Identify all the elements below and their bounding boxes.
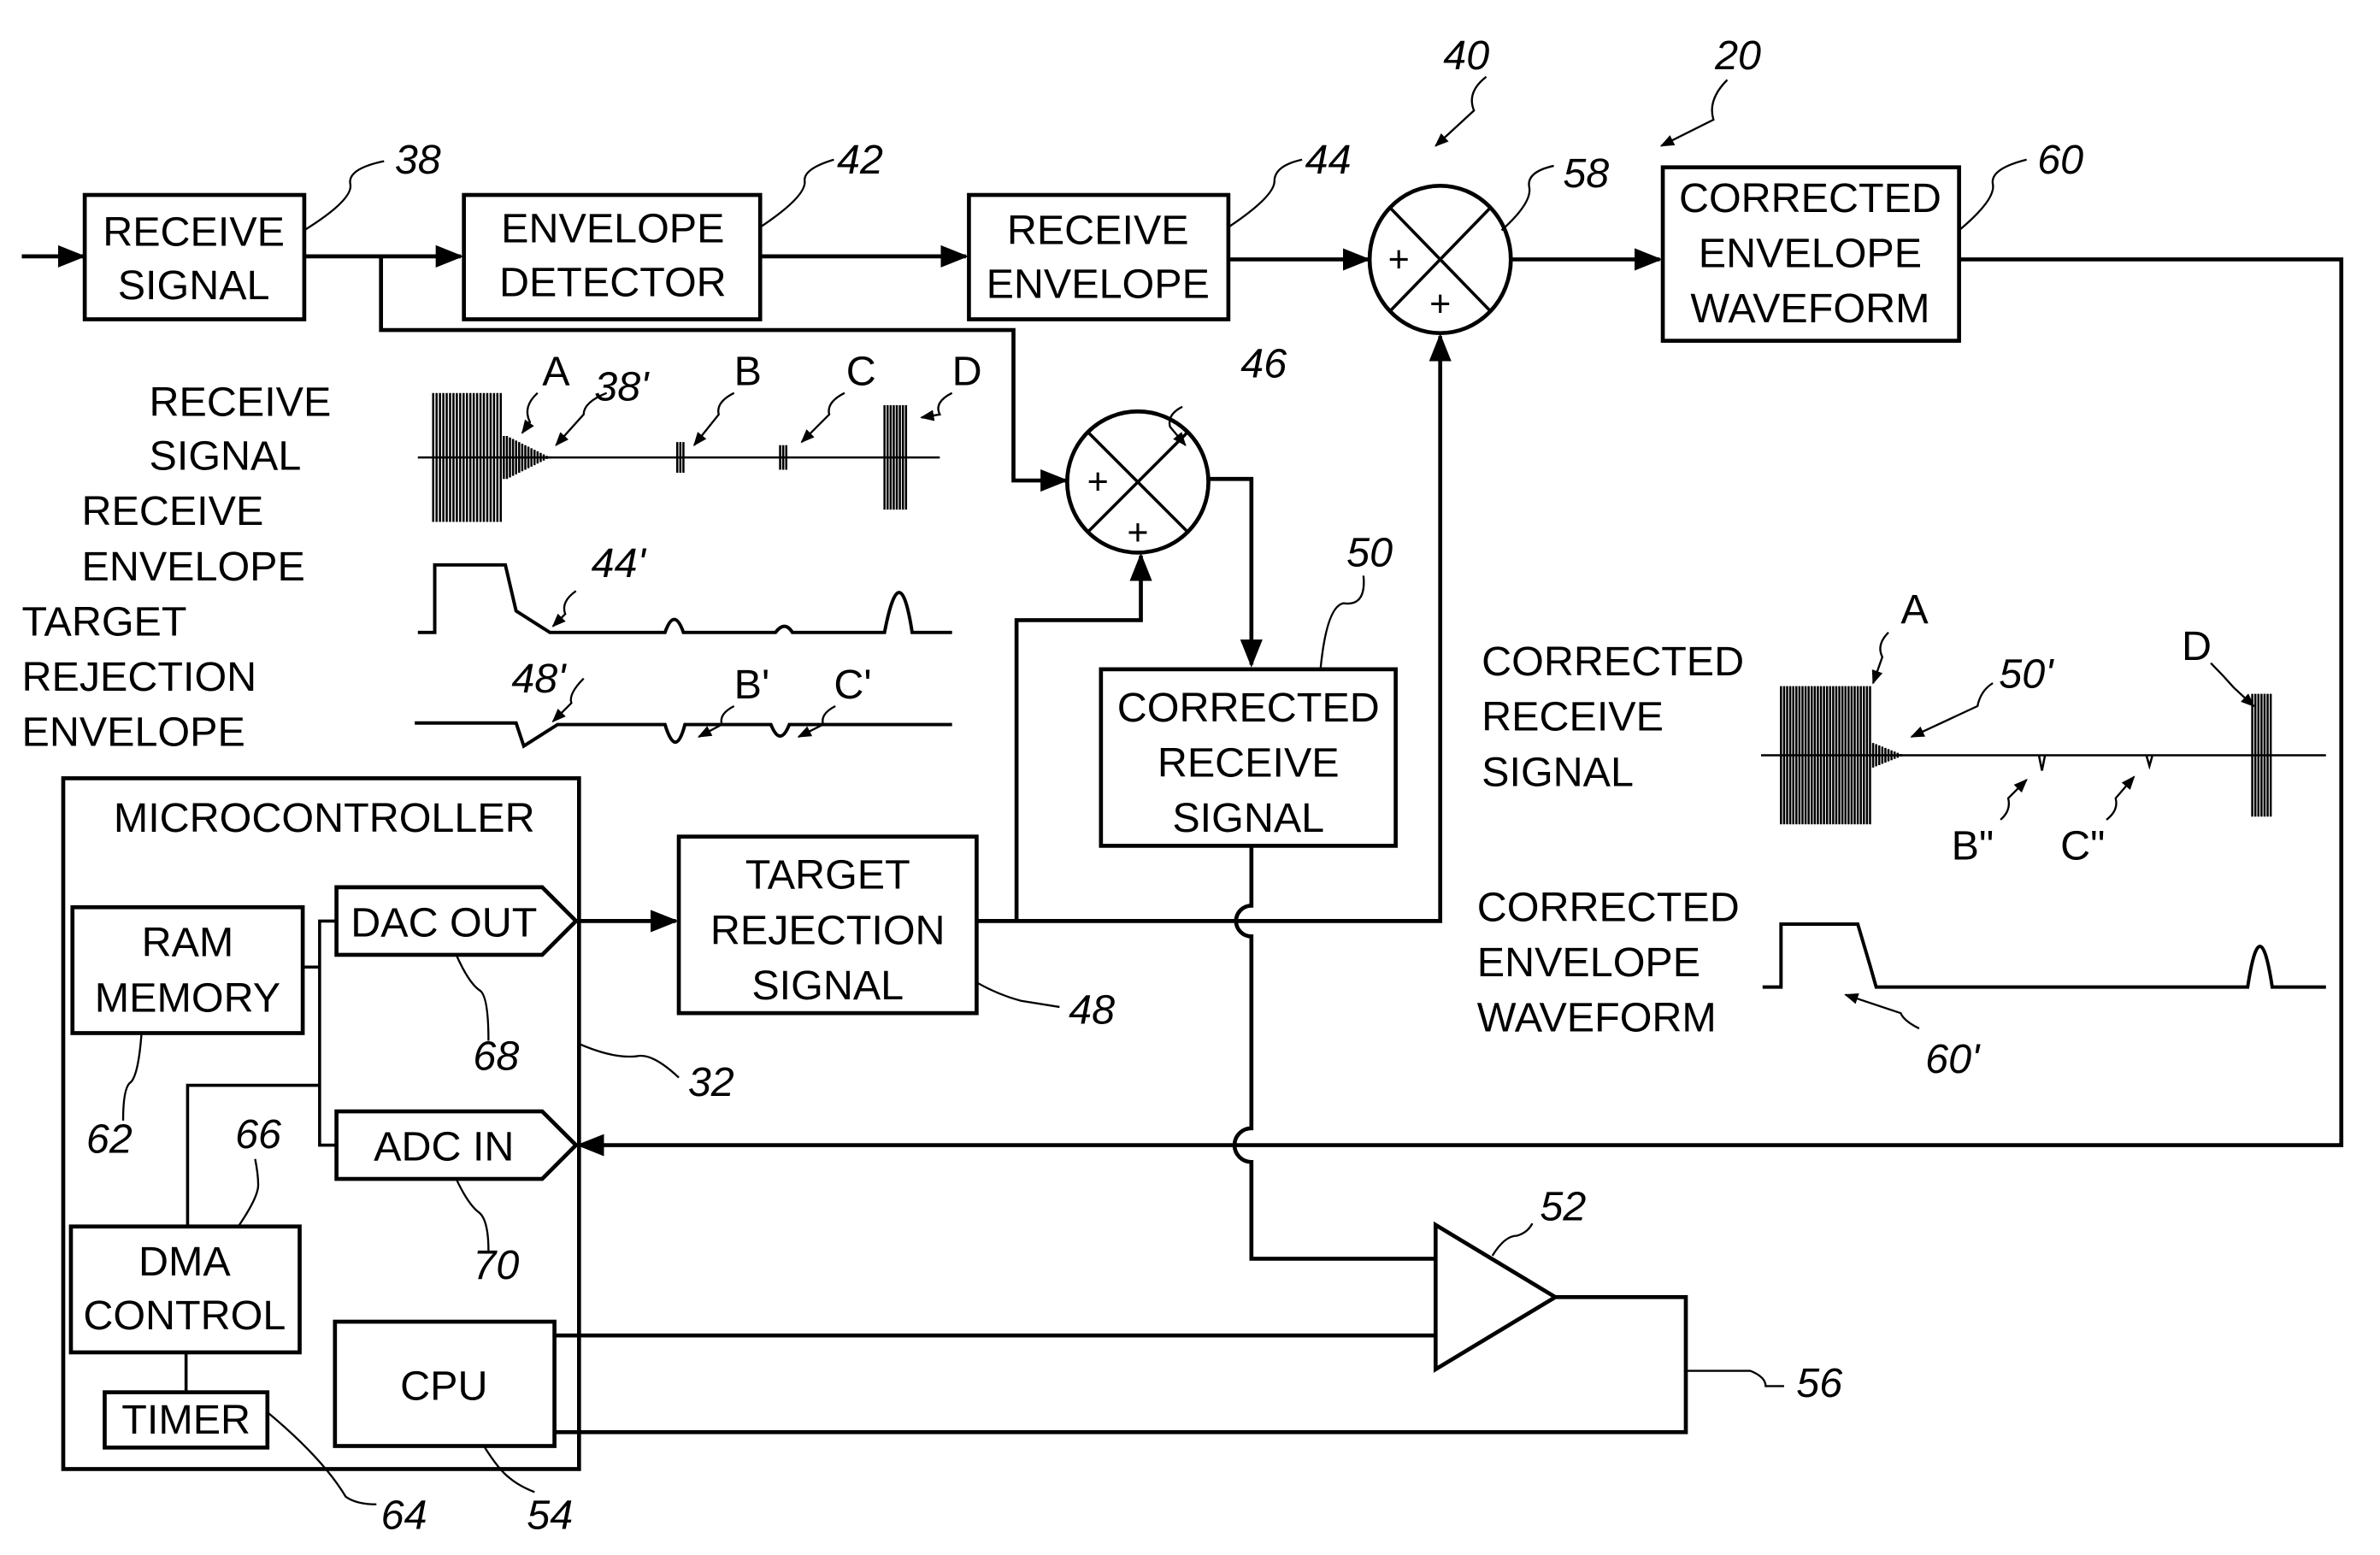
corrected-receive-signal-block: CORRECTED RECEIVE SIGNAL <box>1099 667 1398 848</box>
connector <box>1232 845 1436 1261</box>
echo-label: A <box>1900 586 1929 633</box>
block-title: MICROCONTROLLER <box>114 795 535 841</box>
ref-numeral: 48' <box>511 656 567 702</box>
ref-numeral: 20 <box>1714 32 1761 79</box>
echo-label: D <box>2182 623 2212 669</box>
corrected-envelope-waveform-block: CORRECTED ENVELOPE WAVEFORM <box>1660 165 1961 343</box>
amplifier-52 <box>1433 1221 1559 1373</box>
block-text: RECEIVE <box>1007 208 1189 254</box>
summer-46: + + <box>1065 409 1211 555</box>
ref-numeral: 54 <box>527 1492 573 1538</box>
waveform-label: ENVELOPE <box>1477 939 1700 986</box>
waveform-label: RECEIVE <box>150 380 332 426</box>
block-text: DAC OUT <box>351 899 537 945</box>
block-text: RECEIVE <box>1158 740 1340 786</box>
ref-numeral: 50' <box>1999 651 2054 697</box>
waveform-label: RECEIVE <box>1482 694 1664 740</box>
receive-signal-waveform <box>417 392 940 522</box>
block-text: RECEIVE <box>103 209 285 255</box>
ref-numeral: 62 <box>86 1116 133 1163</box>
connector <box>1208 476 1263 668</box>
block-text: CORRECTED <box>1117 685 1380 731</box>
block-text: SIGNAL <box>118 262 270 309</box>
echo-label: D <box>952 349 982 395</box>
ref-numeral: 38' <box>594 364 650 410</box>
block-text: CONTROL <box>83 1293 286 1339</box>
echo-label: B" <box>1952 823 1994 869</box>
receive-signal-block: RECEIVE SIGNAL <box>82 192 307 321</box>
waveform-label: RECEIVE <box>82 488 264 534</box>
plus-sign: + <box>1087 462 1109 503</box>
block-text: DETECTOR <box>499 260 727 306</box>
target-rejection-signal-block: TARGET REJECTION SIGNAL <box>676 834 979 1016</box>
block-diagram: RECEIVE SIGNAL ENVELOPE DETECTOR RECEIVE… <box>21 32 2344 1538</box>
summer-58: + + <box>1367 183 1513 335</box>
waveform-label: CORRECTED <box>1477 884 1740 930</box>
ref-numeral: 60 <box>2037 137 2083 183</box>
plus-sign: + <box>1127 512 1148 553</box>
plus-sign: + <box>1429 284 1451 325</box>
ref-numeral: 50 <box>1346 530 1393 576</box>
block-text: CORRECTED <box>1679 175 1941 221</box>
connector <box>554 1294 1688 1434</box>
block-text: MEMORY <box>95 975 280 1021</box>
block-text: SIGNAL <box>1172 795 1324 841</box>
ref-numeral: 58 <box>1563 150 1609 197</box>
echo-label: B' <box>734 662 770 708</box>
ref-numeral: 64 <box>381 1492 427 1538</box>
waveform-label: CORRECTED <box>1482 639 1744 685</box>
block-text: TIMER <box>121 1397 250 1443</box>
ref-numeral: 44 <box>1305 137 1352 183</box>
block-text: ENVELOPE <box>501 206 724 252</box>
block-text: CPU <box>400 1364 487 1410</box>
ref-numeral: 44' <box>592 540 647 586</box>
echo-label: C" <box>2060 823 2105 869</box>
block-text: DMA <box>138 1239 231 1285</box>
receive-envelope-waveform <box>417 563 952 634</box>
waveform-label: SIGNAL <box>1482 749 1634 795</box>
block-text: ENVELOPE <box>987 261 1210 307</box>
ref-numeral: 32 <box>688 1059 734 1105</box>
waveform-label: REJECTION <box>22 654 257 700</box>
waveform-label: ENVELOPE <box>82 544 305 590</box>
block-text: REJECTION <box>710 907 946 953</box>
block-text: WAVEFORM <box>1690 286 1929 332</box>
echo-label: C <box>846 349 876 395</box>
ref-numeral: 48 <box>1069 987 1115 1034</box>
envelope-detector-block: ENVELOPE DETECTOR <box>462 192 763 321</box>
ref-numeral: 40 <box>1443 32 1489 79</box>
echo-label: A <box>542 349 570 395</box>
ref-numeral: 46 <box>1240 341 1287 387</box>
waveform-label: SIGNAL <box>150 433 302 479</box>
block-text: SIGNAL <box>751 963 904 1009</box>
ref-numeral: 52 <box>1540 1184 1586 1230</box>
block-text: ADC IN <box>374 1124 514 1170</box>
echo-label: B <box>734 349 762 395</box>
ref-numeral: 38 <box>395 137 441 183</box>
waveform-label: ENVELOPE <box>22 710 245 756</box>
waveform-labels-right: CORRECTED RECEIVE SIGNAL CORRECTED ENVEL… <box>1477 639 1744 1041</box>
waveform-labels-left: RECEIVE SIGNAL RECEIVE ENVELOPE TARGET R… <box>22 380 332 756</box>
block-text: ENVELOPE <box>1699 230 1922 276</box>
ref-numeral: 70 <box>473 1242 519 1288</box>
ref-numeral: 68 <box>473 1034 519 1080</box>
block-text: TARGET <box>745 852 910 898</box>
waveform-label: TARGET <box>22 598 187 645</box>
corrected-receive-signal-waveform <box>1760 686 2326 825</box>
block-text: RAM <box>142 920 234 966</box>
corrected-envelope-waveform <box>1762 922 2326 989</box>
ref-numeral: 42 <box>837 137 883 183</box>
ref-numeral: 60' <box>1925 1036 1981 1082</box>
target-rejection-envelope-waveform <box>415 721 952 749</box>
receive-envelope-block: RECEIVE ENVELOPE <box>967 192 1231 321</box>
microcontroller-block: MICROCONTROLLER RAM MEMORY DAC OUT ADC I… <box>61 776 581 1471</box>
echo-label: C' <box>834 662 871 708</box>
plus-sign: + <box>1388 239 1410 280</box>
ref-numeral: 66 <box>235 1111 281 1157</box>
ref-numeral: 56 <box>1796 1360 1842 1406</box>
waveform-label: WAVEFORM <box>1477 995 1717 1041</box>
